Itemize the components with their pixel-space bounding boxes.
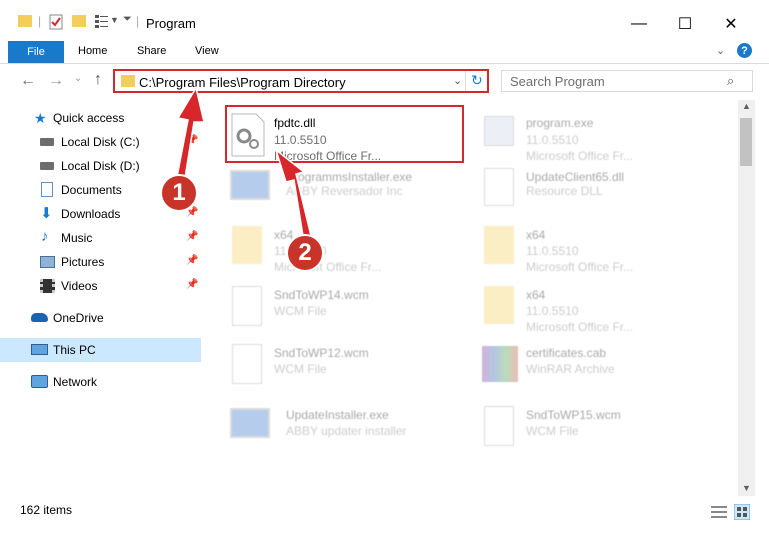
annotation-arrows bbox=[175, 86, 313, 243]
callout-1: 1 bbox=[160, 174, 198, 212]
arrow-2 bbox=[274, 147, 313, 243]
arrow-1 bbox=[175, 86, 205, 185]
callout-2: 2 bbox=[286, 234, 324, 272]
